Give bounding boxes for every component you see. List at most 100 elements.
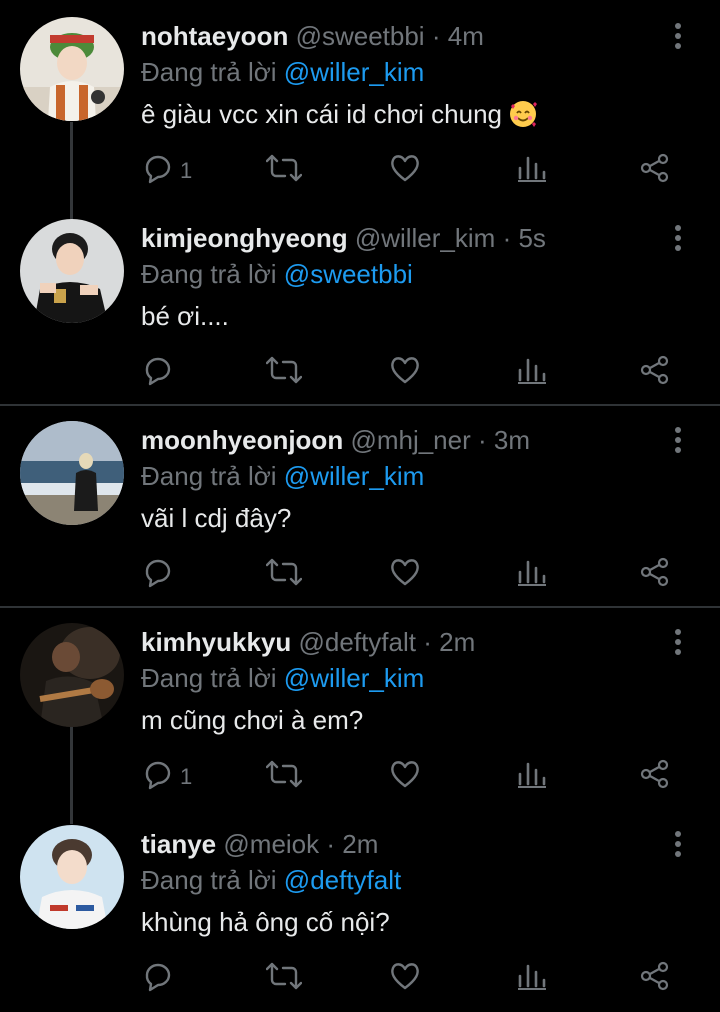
more-vertical-icon[interactable] — [664, 628, 692, 658]
avatar[interactable] — [20, 421, 124, 525]
views-icon — [517, 556, 547, 588]
reply-icon — [142, 354, 222, 386]
views-button[interactable] — [517, 354, 547, 394]
retweet-button[interactable] — [266, 758, 302, 798]
share-button[interactable] — [639, 556, 671, 596]
heart-icon — [389, 152, 423, 184]
like-button[interactable] — [389, 960, 423, 1000]
retweet-button[interactable] — [266, 152, 302, 192]
tweet-text-content: vãi l cdj đây? — [141, 503, 292, 533]
tweet[interactable]: kimhyukkyu @deftyfalt · 2m Đang trả lời … — [0, 606, 720, 806]
user-handle[interactable]: @willer_kim — [355, 223, 496, 253]
avatar[interactable] — [20, 825, 124, 929]
replying-to: Đang trả lời @willer_kim — [141, 56, 424, 88]
share-icon — [639, 960, 671, 992]
views-icon — [517, 758, 547, 790]
tweet-header: kimjeonghyeong @willer_kim · 5s — [141, 222, 546, 254]
action-bar: 1 — [0, 758, 720, 798]
user-handle[interactable]: @mhj_ner — [350, 425, 470, 455]
tweet-text-content: bé ơi.... — [141, 301, 229, 331]
more-vertical-icon[interactable] — [664, 22, 692, 52]
share-button[interactable] — [639, 758, 671, 798]
share-button[interactable] — [639, 354, 671, 394]
reply-icon — [142, 556, 222, 588]
separator-dot: · — [478, 425, 487, 455]
display-name[interactable]: nohtaeyoon — [141, 21, 288, 51]
timestamp[interactable]: 2m — [342, 829, 378, 859]
replying-label: Đang trả lời — [141, 57, 277, 87]
retweet-button[interactable] — [266, 960, 302, 1000]
timestamp[interactable]: 3m — [494, 425, 530, 455]
heart-icon — [389, 556, 423, 588]
retweet-button[interactable] — [266, 556, 302, 596]
more-vertical-icon[interactable] — [664, 426, 692, 456]
share-icon — [639, 152, 671, 184]
mention-link[interactable]: @deftyfalt — [284, 865, 401, 895]
like-button[interactable] — [389, 354, 423, 394]
timestamp[interactable]: 2m — [439, 627, 475, 657]
tweet[interactable]: moonhyeonjoon @mhj_ner · 3m Đang trả lời… — [0, 404, 720, 604]
mention-link[interactable]: @willer_kim — [284, 461, 425, 491]
avatar[interactable] — [20, 17, 124, 121]
separator-dot: · — [502, 223, 512, 253]
reply-button[interactable] — [142, 354, 222, 394]
views-button[interactable] — [517, 152, 547, 192]
user-handle[interactable]: @deftyfalt — [299, 627, 416, 657]
display-name[interactable]: kimjeonghyeong — [141, 223, 348, 253]
replying-label: Đang trả lời — [141, 865, 277, 895]
views-icon — [517, 354, 547, 386]
avatar[interactable] — [20, 623, 124, 727]
reply-button[interactable] — [142, 556, 222, 596]
reply-feed: nohtaeyoon @sweetbbi · 4m Đang trả lời @… — [0, 0, 720, 1012]
views-button[interactable] — [517, 758, 547, 798]
share-button[interactable] — [639, 152, 671, 192]
like-button[interactable] — [389, 556, 423, 596]
mention-link[interactable]: @willer_kim — [284, 663, 425, 693]
heart-icon — [389, 960, 423, 992]
share-button[interactable] — [639, 960, 671, 1000]
tweet[interactable]: kimjeonghyeong @willer_kim · 5s Đang trả… — [0, 202, 720, 402]
reply-button[interactable]: 1 — [142, 152, 222, 192]
tweet-text: bé ơi.... — [141, 299, 229, 333]
more-vertical-icon[interactable] — [664, 224, 692, 254]
retweet-button[interactable] — [266, 354, 302, 394]
retweet-icon — [266, 960, 302, 992]
tweet[interactable]: tianye @meiok · 2m Đang trả lời @deftyfa… — [0, 808, 720, 1012]
timestamp[interactable]: 5s — [518, 223, 545, 253]
display-name[interactable]: moonhyeonjoon — [141, 425, 343, 455]
tweet[interactable]: nohtaeyoon @sweetbbi · 4m Đang trả lời @… — [0, 0, 720, 200]
retweet-icon — [266, 556, 302, 588]
share-icon — [639, 556, 671, 588]
tweet-header: tianye @meiok · 2m — [141, 828, 378, 860]
mention-link[interactable]: @sweetbbi — [284, 259, 413, 289]
replying-to: Đang trả lời @willer_kim — [141, 662, 424, 694]
display-name[interactable]: kimhyukkyu — [141, 627, 291, 657]
user-handle[interactable]: @sweetbbi — [296, 21, 425, 51]
tweet-text-content: khùng hả ông cố nội? — [141, 907, 390, 937]
views-button[interactable] — [517, 960, 547, 1000]
user-handle[interactable]: @meiok — [223, 829, 319, 859]
timestamp[interactable]: 4m — [448, 21, 484, 51]
display-name[interactable]: tianye — [141, 829, 216, 859]
replying-to: Đang trả lời @sweetbbi — [141, 258, 413, 290]
replying-label: Đang trả lời — [141, 461, 277, 491]
action-bar: 1 — [0, 152, 720, 192]
views-icon — [517, 152, 547, 184]
reply-button[interactable]: 1 — [142, 758, 222, 798]
tweet-text-content: ê giàu vcc xin cái id chơi chung — [141, 99, 503, 129]
tweet-header: nohtaeyoon @sweetbbi · 4m — [141, 20, 484, 52]
like-button[interactable] — [389, 152, 423, 192]
tweet-header: kimhyukkyu @deftyfalt · 2m — [141, 626, 475, 658]
views-button[interactable] — [517, 556, 547, 596]
heart-icon — [389, 758, 423, 790]
separator-dot: · — [423, 627, 432, 657]
replying-to: Đang trả lời @deftyfalt — [141, 864, 401, 896]
avatar[interactable] — [20, 219, 124, 323]
reply-button[interactable] — [142, 960, 222, 1000]
like-button[interactable] — [389, 758, 423, 798]
smiling-face-with-hearts-icon — [508, 99, 538, 129]
mention-link[interactable]: @willer_kim — [284, 57, 425, 87]
action-bar — [0, 354, 720, 394]
separator-dot: · — [431, 21, 441, 51]
more-vertical-icon[interactable] — [664, 830, 692, 860]
